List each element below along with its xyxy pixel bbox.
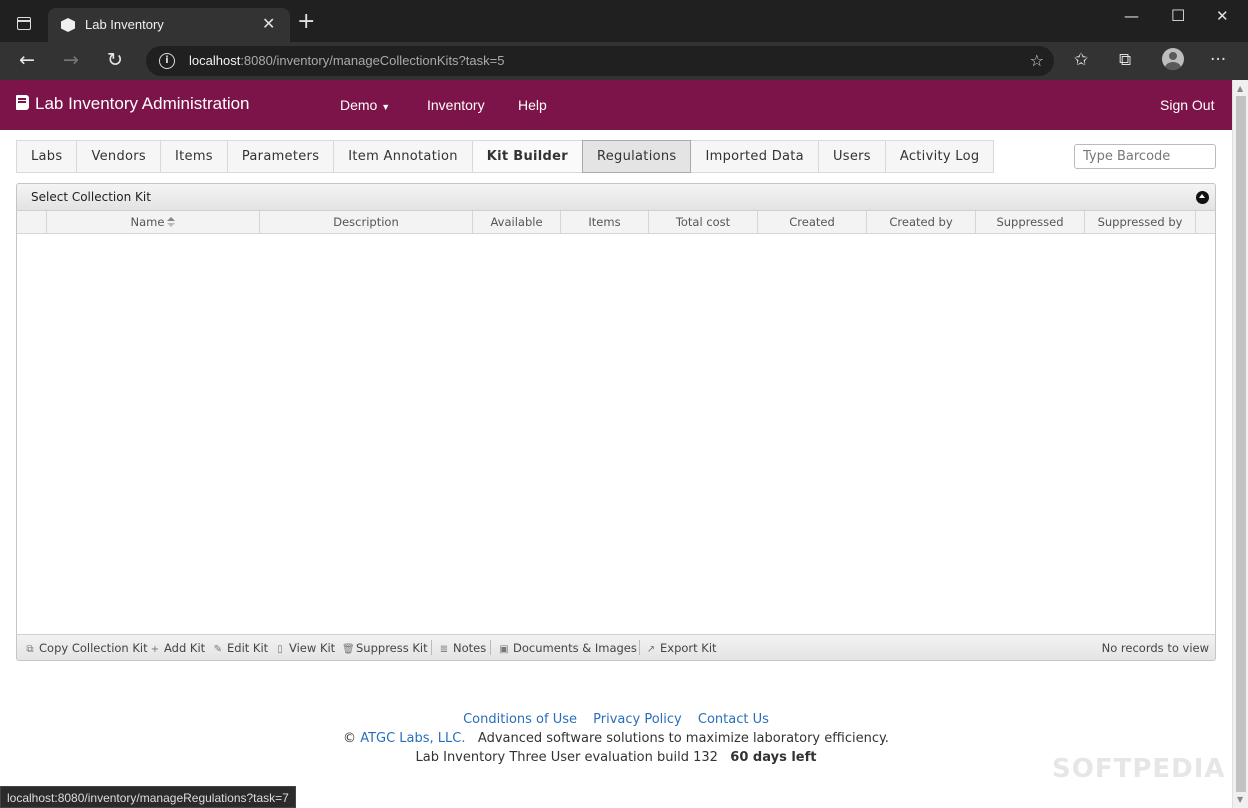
contact-us-link[interactable]: Contact Us (698, 712, 769, 727)
book-icon (16, 95, 29, 110)
tab-item-annotation[interactable]: Item Annotation (333, 140, 473, 173)
col-total-cost[interactable]: Total cost (649, 211, 758, 233)
browser-tab[interactable]: Lab Inventory ✕ (48, 8, 290, 42)
caret-down-icon: ▼ (381, 102, 391, 112)
tab-labs[interactable]: Labs (16, 140, 78, 173)
add-favorite-icon[interactable]: ☆ (1030, 51, 1044, 70)
records-info: No records to view (1101, 641, 1209, 655)
footer-links: Conditions of Use Privacy Policy Contact… (0, 710, 1232, 729)
copyright-symbol: © (343, 731, 357, 746)
tab-activity-log[interactable]: Activity Log (884, 140, 995, 173)
main-tabs: Labs Vendors Items Parameters Item Annot… (16, 140, 995, 173)
conditions-of-use-link[interactable]: Conditions of Use (463, 712, 577, 727)
add-kit-button[interactable]: + Add Kit (150, 641, 205, 655)
copy-icon: ⧉ (26, 644, 34, 655)
footer: Conditions of Use Privacy Policy Contact… (0, 710, 1232, 767)
collection-kit-grid: Select Collection Kit Name Description A… (16, 183, 1216, 661)
tab-items[interactable]: Items (159, 140, 228, 173)
grid-header: Name Description Available Items Total c… (17, 211, 1215, 234)
trash-icon: 🗑 (342, 644, 355, 655)
notes-button[interactable]: ≣ Notes (439, 641, 486, 655)
col-name[interactable]: Name (47, 211, 260, 233)
browser-titlebar: Lab Inventory ✕ + — ☐ ✕ (0, 0, 1248, 42)
minimize-icon[interactable]: — (1124, 7, 1139, 25)
col-description[interactable]: Description (260, 211, 473, 233)
pencil-icon: ✎ (213, 644, 223, 655)
tab-parameters[interactable]: Parameters (226, 140, 335, 173)
col-created-by[interactable]: Created by (867, 211, 976, 233)
pager-separator (490, 640, 491, 655)
profile-avatar-icon[interactable] (1162, 48, 1184, 70)
refresh-icon[interactable]: ↻ (107, 49, 123, 71)
brand[interactable]: Lab Inventory Administration (16, 94, 250, 114)
scroll-down-icon[interactable]: ▼ (1237, 795, 1243, 804)
tab-imported-data[interactable]: Imported Data (690, 140, 819, 173)
col-suppressed[interactable]: Suppressed (976, 211, 1085, 233)
browser-status-bar: localhost:8080/inventory/manageRegulatio… (0, 786, 296, 808)
footer-copyright: © ATGC Labs, LLC. Advanced software solu… (0, 729, 1232, 748)
tab-actions-icon[interactable] (17, 17, 31, 30)
col-created[interactable]: Created (758, 211, 867, 233)
days-left: 60 days left (730, 750, 817, 765)
favicon-icon (61, 18, 75, 32)
sort-icon (167, 217, 176, 227)
nav-demo[interactable]: Demo ▼ (340, 97, 390, 113)
image-icon: ▣ (499, 644, 509, 655)
tab-title: Lab Inventory (85, 17, 164, 32)
nav-sign-out[interactable]: Sign Out (1160, 97, 1214, 113)
document-icon: ▯ (277, 644, 283, 655)
suppress-kit-button[interactable]: 🗑Suppress Kit (342, 641, 428, 655)
tab-regulations[interactable]: Regulations (581, 140, 692, 173)
window-close-icon[interactable]: ✕ (1216, 7, 1229, 25)
view-kit-button[interactable]: ▯ View Kit (275, 641, 335, 655)
nav-inventory[interactable]: Inventory (427, 97, 485, 113)
app-header: Lab Inventory Administration Demo ▼ Inve… (0, 80, 1232, 130)
close-tab-icon[interactable]: ✕ (262, 14, 275, 33)
scroll-up-icon[interactable]: ▲ (1237, 84, 1243, 93)
col-available[interactable]: Available (473, 211, 561, 233)
copy-collection-kit-button[interactable]: ⧉ Copy Collection Kit (25, 641, 147, 655)
grid-caption: Select Collection Kit (17, 184, 1215, 211)
address-url: localhost:8080/inventory/manageCollectio… (189, 53, 505, 68)
col-items[interactable]: Items (561, 211, 649, 233)
grid-caption-text: Select Collection Kit (31, 190, 151, 204)
softpedia-watermark: SOFTPEDIA (1052, 754, 1226, 784)
export-kit-button[interactable]: ↗ Export Kit (646, 641, 717, 655)
notes-icon: ≣ (439, 644, 449, 655)
favorites-icon[interactable]: ✩ (1074, 50, 1088, 70)
grid-pager: ⧉ Copy Collection Kit + Add Kit ✎ Edit Kit … (17, 634, 1215, 660)
page-scrollbar[interactable]: ▲ ▼ (1232, 80, 1248, 808)
maximize-icon[interactable]: ☐ (1171, 6, 1185, 25)
col-suppressed-by[interactable]: Suppressed by (1085, 211, 1196, 233)
address-bar[interactable]: i localhost:8080/inventory/manageCollect… (146, 46, 1054, 76)
browser-toolbar: ← → ↻ i localhost:8080/inventory/manageC… (0, 42, 1248, 80)
site-info-icon[interactable]: i (159, 53, 175, 69)
back-icon[interactable]: ← (19, 49, 35, 71)
footer-build: Lab Inventory Three User evaluation buil… (0, 748, 1232, 767)
company-link[interactable]: ATGC Labs, LLC. (360, 731, 465, 746)
more-menu-icon[interactable]: ··· (1210, 50, 1226, 70)
tab-kit-builder[interactable]: Kit Builder (471, 140, 583, 173)
tab-users[interactable]: Users (817, 140, 886, 173)
new-tab-icon[interactable]: + (297, 11, 315, 33)
edit-kit-button[interactable]: ✎ Edit Kit (213, 641, 268, 655)
forward-icon[interactable]: → (63, 49, 79, 71)
scroll-thumb[interactable] (1236, 96, 1246, 792)
plus-icon: + (150, 644, 160, 655)
collapse-icon[interactable] (1196, 191, 1209, 204)
grid-body (17, 234, 1215, 634)
tab-vendors[interactable]: Vendors (76, 140, 161, 173)
pager-separator (639, 640, 640, 655)
footer-tagline: Advanced software solutions to maximize … (477, 731, 889, 746)
build-info: Lab Inventory Three User evaluation buil… (415, 750, 718, 765)
barcode-input[interactable] (1074, 144, 1216, 169)
pager-separator (431, 640, 432, 655)
documents-images-button[interactable]: ▣ Documents & Images (499, 641, 637, 655)
external-link-icon: ↗ (646, 644, 656, 655)
collections-icon[interactable]: ⧉ (1119, 50, 1131, 70)
col-select (17, 211, 47, 233)
nav-help[interactable]: Help (518, 97, 547, 113)
privacy-policy-link[interactable]: Privacy Policy (593, 712, 682, 727)
